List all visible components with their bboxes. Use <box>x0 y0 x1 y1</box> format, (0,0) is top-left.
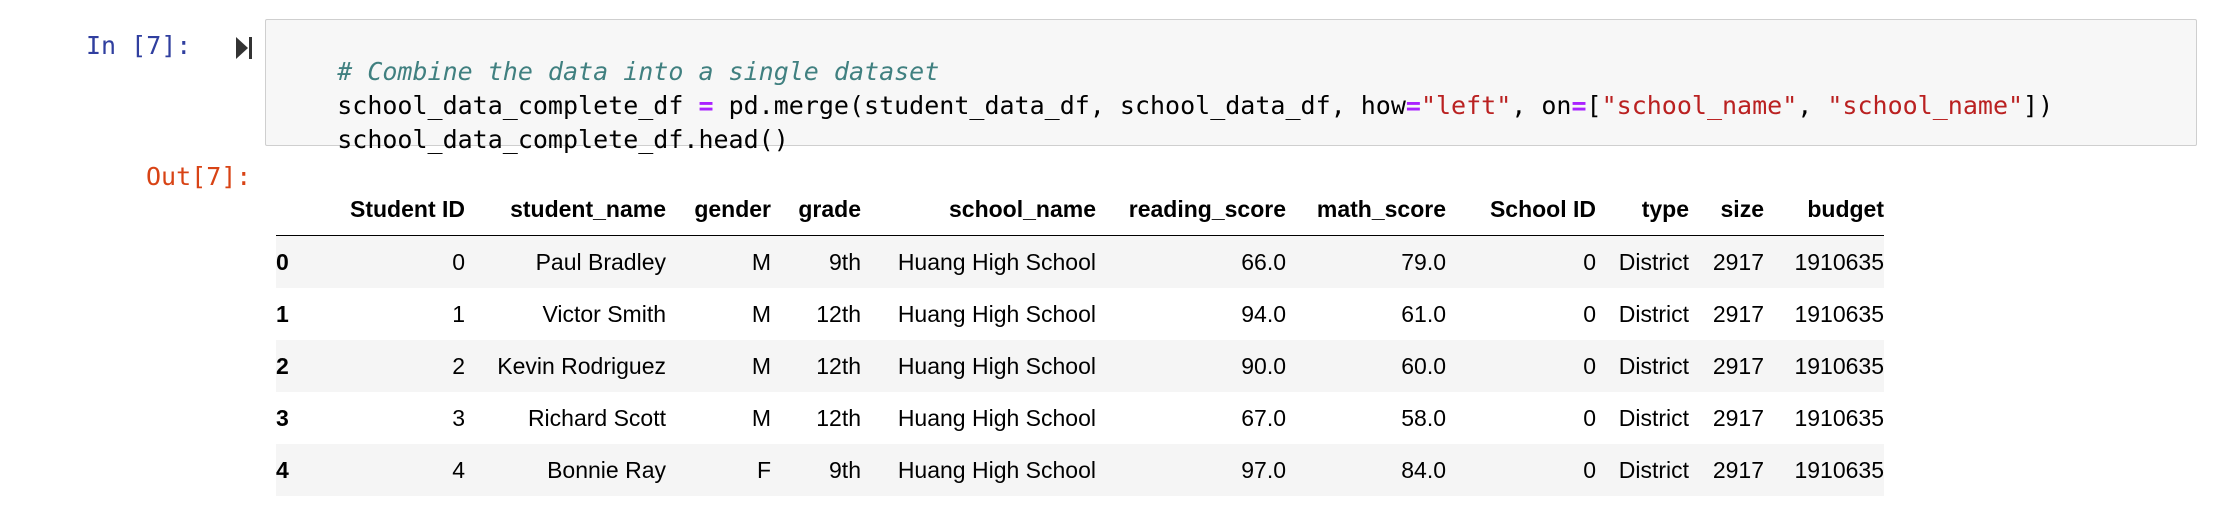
cell-student-id: 3 <box>452 404 465 431</box>
header-reading-score: reading_score <box>1096 183 1286 236</box>
cell-grade: 12th <box>816 404 861 431</box>
header-budget: budget <box>1764 183 1884 236</box>
input-prompt: In [7]: <box>86 31 192 60</box>
cell-size: 2917 <box>1712 352 1764 379</box>
cell-math-score: 58.0 <box>1401 404 1446 431</box>
cell-grade: 9th <box>829 456 861 483</box>
code-operator: = <box>1405 91 1421 120</box>
cell-type: District <box>1618 456 1689 483</box>
cell-student-name: Paul Bradley <box>535 248 666 275</box>
header-index <box>276 183 327 236</box>
header-gender: gender <box>666 183 771 236</box>
cell-size: 2917 <box>1712 300 1764 327</box>
code-text: [ <box>1586 91 1602 120</box>
table-row: 3 3 Richard Scott M 12th Huang High Scho… <box>276 392 1884 444</box>
cell-math-score: 61.0 <box>1401 300 1446 327</box>
cell-school-id: 0 <box>1583 404 1596 431</box>
cell-reading-score: 90.0 <box>1241 352 1286 379</box>
cell-reading-score: 94.0 <box>1241 300 1286 327</box>
cell-size: 2917 <box>1712 456 1764 483</box>
table-row: 0 0 Paul Bradley M 9th Huang High School… <box>276 235 1884 288</box>
cell-student-id: 2 <box>452 352 465 379</box>
code-text: , <box>1797 91 1828 120</box>
cell-type: District <box>1618 352 1689 379</box>
dataframe-table: Student ID student_name gender grade sch… <box>276 183 1884 496</box>
cell-student-name: Kevin Rodriguez <box>497 352 666 379</box>
cell-size: 2917 <box>1712 248 1764 275</box>
row-index: 2 <box>276 352 289 379</box>
code-cell-editor[interactable]: # Combine the data into a single dataset… <box>265 19 2197 154</box>
code-line-3: school_data_complete_df.head() <box>277 96 789 183</box>
cell-budget: 1910635 <box>1794 300 1884 327</box>
cell-reading-score: 67.0 <box>1241 404 1286 431</box>
table-row: 4 4 Bonnie Ray F 9th Huang High School 9… <box>276 444 1884 496</box>
table-row: 1 1 Victor Smith M 12th Huang High Schoo… <box>276 288 1884 340</box>
cell-grade: 12th <box>816 300 861 327</box>
cell-type: District <box>1618 248 1689 275</box>
header-student-name: student_name <box>465 183 666 236</box>
cell-student-name: Bonnie Ray <box>547 456 666 483</box>
table-row: 2 2 Kevin Rodriguez M 12th Huang High Sc… <box>276 340 1884 392</box>
cell-student-id: 1 <box>452 300 465 327</box>
cell-school-name: Huang High School <box>897 248 1096 275</box>
code-operator: = <box>1571 91 1587 120</box>
cell-school-id: 0 <box>1583 456 1596 483</box>
cell-budget: 1910635 <box>1794 248 1884 275</box>
cell-school-id: 0 <box>1583 300 1596 327</box>
row-index: 0 <box>276 248 289 275</box>
code-text: pd.merge(student_data_df, school_data_df… <box>713 91 1406 120</box>
cell-math-score: 60.0 <box>1401 352 1446 379</box>
row-index: 3 <box>276 404 289 431</box>
cell-reading-score: 97.0 <box>1241 456 1286 483</box>
header-school-id: School ID <box>1446 183 1596 236</box>
cell-gender: M <box>751 352 771 379</box>
code-text: ]) <box>2023 91 2054 120</box>
table-header-row: Student ID student_name gender grade sch… <box>276 183 1884 236</box>
cell-grade: 12th <box>816 352 861 379</box>
cell-school-name: Huang High School <box>897 456 1096 483</box>
cell-type: District <box>1618 404 1689 431</box>
step-forward-icon[interactable] <box>234 34 254 62</box>
header-size: size <box>1689 183 1764 236</box>
header-type: type <box>1596 183 1689 236</box>
code-string: "school_name" <box>1827 91 2024 120</box>
cell-student-name: Richard Scott <box>527 404 666 431</box>
header-grade: grade <box>771 183 861 236</box>
cell-math-score: 84.0 <box>1401 456 1446 483</box>
row-index: 4 <box>276 456 289 483</box>
header-school-name: school_name <box>861 183 1096 236</box>
cell-school-id: 0 <box>1583 248 1596 275</box>
code-string: "left" <box>1420 91 1512 120</box>
cell-school-name: Huang High School <box>897 300 1096 327</box>
cell-math-score: 79.0 <box>1401 248 1446 275</box>
cell-school-name: Huang High School <box>897 352 1096 379</box>
cell-budget: 1910635 <box>1794 352 1884 379</box>
cell-school-name: Huang High School <box>897 404 1096 431</box>
cell-type: District <box>1618 300 1689 327</box>
cell-gender: F <box>756 456 771 483</box>
cell-gender: M <box>751 404 771 431</box>
code-text: , on <box>1511 91 1572 120</box>
cell-size: 2917 <box>1712 404 1764 431</box>
output-prompt: Out[7]: <box>146 162 252 191</box>
code-string: "school_name" <box>1601 91 1798 120</box>
cell-student-name: Victor Smith <box>542 300 666 327</box>
cell-student-id: 0 <box>452 248 465 275</box>
cell-reading-score: 66.0 <box>1241 248 1286 275</box>
code-text: school_data_complete_df.head() <box>337 125 789 154</box>
header-student-id: Student ID <box>327 183 465 236</box>
cell-gender: M <box>751 300 771 327</box>
cell-grade: 9th <box>829 248 861 275</box>
cell-school-id: 0 <box>1583 352 1596 379</box>
row-index: 1 <box>276 300 289 327</box>
cell-student-id: 4 <box>452 456 465 483</box>
cell-budget: 1910635 <box>1794 404 1884 431</box>
cell-budget: 1910635 <box>1794 456 1884 483</box>
header-math-score: math_score <box>1286 183 1446 236</box>
cell-gender: M <box>751 248 771 275</box>
